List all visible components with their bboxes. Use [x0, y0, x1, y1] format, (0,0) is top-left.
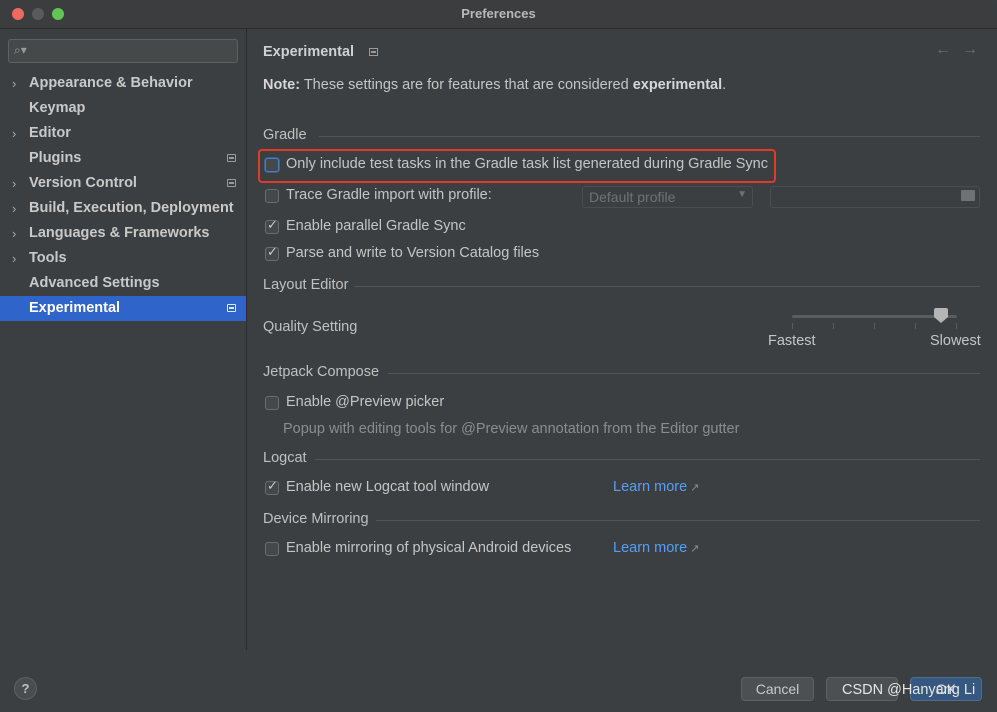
slider-max-label: Slowest — [930, 333, 981, 349]
version-catalog-label: Parse and write to Version Catalog files — [286, 245, 540, 261]
compose-section-title: Jetpack Compose — [263, 364, 380, 380]
mirroring-physical-checkbox[interactable] — [265, 542, 279, 556]
sidebar-item-label: Build, Execution, Deployment — [29, 200, 234, 216]
watermark: CSDN @Hanyang Li — [842, 682, 976, 698]
preview-picker-label: Enable @Preview picker — [286, 394, 445, 410]
sidebar-item-languages-frameworks[interactable]: › Languages & Frameworks — [0, 221, 246, 246]
cancel-button[interactable]: Cancel — [741, 677, 814, 701]
sidebar-item-version-control[interactable]: › Version Control — [0, 171, 246, 196]
quality-slider[interactable] — [792, 315, 957, 318]
back-arrow-icon[interactable]: ← — [935, 41, 951, 59]
sidebar-item-label: Advanced Settings — [29, 275, 160, 291]
only-include-test-tasks-checkbox[interactable] — [265, 158, 279, 172]
sidebar-item-label: Plugins — [29, 150, 82, 166]
sidebar-item-label: Languages & Frameworks — [29, 225, 210, 241]
slider-tick — [833, 323, 834, 329]
layout-editor-section-title: Layout Editor — [263, 277, 349, 293]
page-title: Experimental — [263, 44, 355, 60]
learn-more-text: Learn more — [613, 479, 688, 495]
parallel-gradle-sync-label: Enable parallel Gradle Sync — [286, 218, 466, 234]
sidebar-item-plugins[interactable]: Plugins — [0, 146, 246, 171]
external-link-icon: ↗ — [690, 543, 700, 555]
external-link-icon: ↗ — [690, 482, 700, 494]
note-text: These settings are for features that are… — [300, 77, 633, 93]
forward-arrow-icon[interactable]: → — [962, 41, 978, 59]
sidebar-item-advanced-settings[interactable]: Advanced Settings — [0, 271, 246, 296]
folder-icon[interactable] — [961, 190, 975, 201]
mirroring-section-title: Device Mirroring — [263, 511, 369, 527]
project-settings-icon — [227, 154, 236, 162]
only-include-test-tasks-label: Only include test tasks in the Gradle ta… — [286, 156, 768, 172]
help-button[interactable]: ? — [14, 677, 37, 700]
new-logcat-label: Enable new Logcat tool window — [286, 479, 490, 495]
compose-separator — [388, 373, 980, 374]
chevron-right-icon[interactable]: › — [12, 221, 16, 246]
logcat-separator — [315, 459, 980, 460]
chevron-right-icon[interactable]: › — [12, 246, 16, 271]
chevron-down-icon: ▼ — [737, 189, 747, 200]
sidebar-item-label: Version Control — [29, 175, 137, 191]
logcat-learn-more-link[interactable]: Learn more ↗ — [613, 479, 699, 495]
slider-min-label: Fastest — [768, 333, 816, 349]
sidebar-item-editor[interactable]: › Editor — [0, 121, 246, 146]
preview-picker-checkbox[interactable] — [265, 396, 279, 410]
mirroring-physical-label: Enable mirroring of physical Android dev… — [286, 540, 572, 556]
quality-setting-label: Quality Setting — [263, 319, 358, 335]
chevron-right-icon[interactable]: › — [12, 71, 16, 96]
note-emphasis: experimental — [632, 77, 723, 93]
preferences-window: Preferences ⌕▾ › Appearance & Behavior K… — [0, 0, 997, 712]
settings-sidebar: ⌕▾ › Appearance & Behavior Keymap › Edit… — [0, 29, 247, 650]
sidebar-item-experimental[interactable]: Experimental — [0, 296, 246, 321]
slider-tick — [874, 323, 875, 329]
slider-tick — [792, 323, 793, 329]
sidebar-item-tools[interactable]: › Tools — [0, 246, 246, 271]
version-catalog-checkbox[interactable] — [265, 245, 279, 261]
sidebar-item-appearance-behavior[interactable]: › Appearance & Behavior — [0, 71, 246, 96]
preview-picker-hint: Popup with editing tools for @Preview an… — [283, 421, 740, 437]
experimental-note: Note: These settings are for features th… — [263, 77, 726, 93]
note-prefix: Note: — [263, 77, 301, 93]
new-logcat-checkbox[interactable] — [265, 479, 279, 495]
dialog-footer: ? Cancel OK — [0, 650, 997, 712]
mirroring-separator — [376, 520, 980, 521]
quality-slider-thumb[interactable] — [933, 308, 948, 324]
sidebar-item-label: Editor — [29, 125, 71, 141]
settings-content: Experimental ← → Note: These settings ar… — [247, 29, 997, 650]
gradle-section-title: Gradle — [263, 127, 307, 143]
project-settings-icon — [227, 179, 236, 187]
parallel-gradle-sync-checkbox[interactable] — [265, 218, 279, 234]
title-bar: Preferences — [0, 0, 997, 29]
chevron-right-icon[interactable]: › — [12, 196, 16, 221]
chevron-right-icon[interactable]: › — [12, 121, 16, 146]
sidebar-item-label: Keymap — [29, 100, 86, 116]
sidebar-item-label: Experimental — [29, 300, 121, 316]
logcat-section-title: Logcat — [263, 450, 307, 466]
project-settings-icon — [369, 48, 378, 56]
chevron-right-icon[interactable]: › — [12, 171, 16, 196]
settings-search-input[interactable]: ⌕▾ — [8, 39, 238, 63]
profile-select[interactable]: Default profile ▼ — [582, 186, 753, 208]
sidebar-item-label: Tools — [29, 250, 67, 266]
sidebar-item-keymap[interactable]: Keymap — [0, 96, 246, 121]
layout-editor-separator — [354, 286, 980, 287]
project-settings-icon — [227, 304, 236, 312]
mirroring-learn-more-link[interactable]: Learn more ↗ — [613, 540, 699, 556]
search-icon: ⌕▾ — [14, 43, 27, 57]
learn-more-text: Learn more — [613, 540, 688, 556]
sidebar-item-label: Appearance & Behavior — [29, 75, 193, 91]
note-suffix: . — [722, 77, 727, 93]
window-title: Preferences — [461, 6, 536, 21]
sidebar-item-build-execution-deployment[interactable]: › Build, Execution, Deployment — [0, 196, 246, 221]
trace-gradle-import-label: Trace Gradle import with profile: — [286, 187, 492, 203]
trace-gradle-import-checkbox[interactable] — [265, 189, 279, 203]
profile-select-value: Default profile — [589, 189, 676, 205]
slider-tick — [956, 323, 957, 329]
profile-path-field[interactable] — [770, 186, 980, 208]
slider-tick — [915, 323, 916, 329]
gradle-separator — [319, 136, 980, 137]
